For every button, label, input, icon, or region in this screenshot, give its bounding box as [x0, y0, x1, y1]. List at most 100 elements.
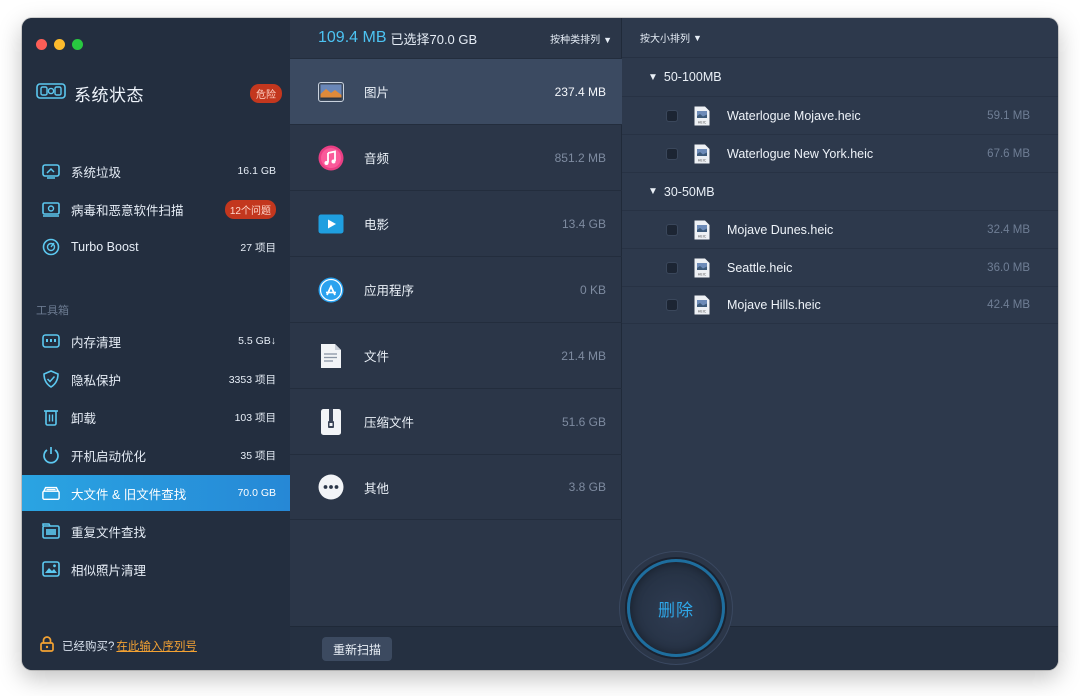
sidebar-item-label: 系统垃圾 [71, 165, 122, 180]
delete-button-label: 删除 [658, 600, 694, 620]
chevron-down-icon: ▼ [603, 34, 612, 45]
delete-button[interactable]: 删除 [627, 559, 725, 657]
disclosure-triangle-icon[interactable]: ▼ [648, 72, 658, 83]
category-audio[interactable]: 音频 851.2 MB [290, 124, 622, 190]
file-row[interactable]: HEIC Mojave Dunes.heic 32.4 MB [622, 210, 1058, 248]
svg-text:HEIC: HEIC [698, 234, 707, 238]
document-icon [318, 343, 344, 369]
category-size: 0 KB [579, 282, 606, 297]
file-checkbox[interactable] [666, 109, 678, 122]
music-icon [318, 145, 344, 171]
virus-scan-icon [42, 200, 60, 218]
memory-icon [42, 332, 60, 350]
sidebar-item-memory-clean[interactable]: 内存清理 5.5 GB↓ [22, 323, 290, 359]
group-header-30-50mb[interactable]: ▼ 30-50MB [622, 172, 1058, 210]
category-photos[interactable]: 图片 237.4 MB [290, 58, 622, 124]
startup-power-icon [42, 446, 60, 464]
purchase-footer: 已经购买? 在此输入序列号 [40, 636, 197, 655]
sidebar-item-label: 内存清理 [71, 335, 122, 350]
sort-by-kind-label: 按种类排列 [550, 34, 601, 46]
sidebar-item-label: 相似照片清理 [71, 563, 147, 578]
minimize-window-button[interactable] [54, 39, 65, 50]
privacy-shield-icon [42, 370, 60, 388]
sidebar-item-similar-photos[interactable]: 相似照片清理 [22, 551, 290, 587]
file-checkbox[interactable] [666, 261, 678, 274]
sidebar-item-label: 大文件 & 旧文件查找 [71, 487, 187, 502]
category-size: 3.8 GB [568, 480, 606, 494]
group-header-50-100mb[interactable]: ▼ 50-100MB [622, 58, 1058, 96]
category-archives[interactable]: 压缩文件 51.6 GB [290, 388, 622, 454]
file-row[interactable]: HEIC Mojave Hills.heic 42.4 MB [622, 286, 1058, 324]
heic-file-icon: HEIC [694, 295, 710, 315]
disclosure-triangle-icon[interactable]: ▼ [648, 186, 658, 197]
sort-by-size-dropdown[interactable]: 按大小排列 ▼ [622, 18, 1058, 58]
enter-serial-link[interactable]: 在此输入序列号 [116, 638, 197, 654]
sort-by-kind-dropdown[interactable]: 按种类排列 ▼ [550, 31, 612, 46]
sidebar-item-count: 35 项目 [240, 449, 276, 462]
sidebar-item-count: 16.1 GB [237, 165, 276, 177]
group-label: 50-100MB [663, 70, 722, 84]
app-window: 系统状态 危险 系统垃圾 16.1 GB 病毒和恶意软件扫描 12个问题 Tur… [22, 18, 1058, 670]
turbo-boost-icon [42, 238, 60, 256]
sidebar: 系统状态 危险 系统垃圾 16.1 GB 病毒和恶意软件扫描 12个问题 Tur… [22, 18, 290, 670]
sidebar-item-label: Turbo Boost [71, 240, 139, 254]
sidebar-item-duplicates[interactable]: 重复文件查找 [22, 513, 290, 549]
sidebar-item-startup[interactable]: 开机启动优化 35 项目 [22, 437, 290, 473]
category-panel: 109.4 MB 已选择70.0 GB 按种类排列 ▼ 图片 237.4 MB 音… [290, 18, 622, 670]
sidebar-item-turbo-boost[interactable]: Turbo Boost 27 项目 [22, 229, 290, 265]
purchase-question: 已经购买? [62, 640, 115, 653]
file-row[interactable]: HEIC Seattle.heic 36.0 MB [622, 248, 1058, 286]
category-label: 图片 [364, 86, 390, 100]
sidebar-item-count: 5.5 GB↓ [238, 335, 276, 347]
file-name: Mojave Hills.heic [727, 298, 821, 312]
sidebar-item-label: 重复文件查找 [71, 525, 147, 540]
heic-file-icon: HEIC [694, 258, 710, 277]
file-name: Mojave Dunes.heic [727, 222, 834, 237]
file-row[interactable]: HEIC Waterlogue Mojave.heic 59.1 MB [622, 96, 1058, 134]
file-size: 67.6 MB [987, 147, 1030, 160]
heic-file-icon: HEIC [694, 220, 710, 239]
file-checkbox[interactable] [666, 223, 678, 236]
sidebar-item-virus-scan[interactable]: 病毒和恶意软件扫描 12个问题 [22, 191, 290, 227]
file-size: 36.0 MB [987, 261, 1030, 274]
category-applications[interactable]: 应用程序 0 KB [290, 256, 622, 322]
category-movies[interactable]: 电影 13.4 GB [290, 190, 622, 256]
danger-badge: 危险 [250, 83, 282, 103]
zoom-window-button[interactable] [72, 39, 83, 50]
svg-text:HEIC: HEIC [698, 310, 707, 314]
file-checkbox[interactable] [666, 147, 678, 160]
sidebar-item-label: 卸载 [71, 411, 97, 426]
sidebar-item-uninstall[interactable]: 卸载 103 项目 [22, 399, 290, 435]
issue-count-badge: 12个问题 [224, 199, 276, 219]
rescan-button[interactable]: 重新扫描 [322, 637, 393, 661]
system-status-title: 系统状态 [74, 85, 144, 105]
close-window-button[interactable] [36, 39, 47, 50]
sidebar-item-label: 病毒和恶意软件扫描 [71, 203, 184, 218]
system-status-item[interactable]: 系统状态 危险 [36, 80, 282, 106]
svg-text:HEIC: HEIC [698, 120, 707, 124]
uninstall-icon [42, 408, 60, 426]
category-label: 应用程序 [364, 284, 415, 298]
sidebar-item-system-junk[interactable]: 系统垃圾 16.1 GB [22, 153, 290, 189]
category-size: 237.4 MB [554, 84, 606, 99]
file-row[interactable]: HEIC Waterlogue New York.heic 67.6 MB [622, 134, 1058, 172]
file-name: Seattle.heic [727, 260, 793, 275]
selected-size: 已选择70.0 GB [390, 31, 478, 47]
photos-icon [318, 79, 344, 105]
sort-by-size-label: 按大小排列 [640, 34, 690, 45]
file-size: 59.1 MB [987, 109, 1030, 122]
category-documents[interactable]: 文件 21.4 MB [290, 322, 622, 388]
svg-text:HEIC: HEIC [698, 272, 707, 276]
file-checkbox[interactable] [666, 299, 678, 311]
sidebar-item-large-files[interactable]: 大文件 & 旧文件查找 70.0 GB [22, 475, 290, 511]
heic-file-icon: HEIC [694, 106, 710, 125]
sidebar-item-privacy[interactable]: 隐私保护 3353 项目 [22, 361, 290, 397]
duplicate-files-icon [42, 522, 60, 540]
category-label: 音频 [364, 152, 390, 166]
category-other[interactable]: 其他 3.8 GB [290, 454, 622, 520]
lock-icon [40, 636, 54, 655]
sidebar-item-count: 103 项目 [234, 411, 276, 424]
chevron-down-icon: ▼ [693, 32, 702, 43]
similar-photos-icon [42, 560, 60, 578]
heic-file-icon: HEIC [694, 144, 710, 163]
